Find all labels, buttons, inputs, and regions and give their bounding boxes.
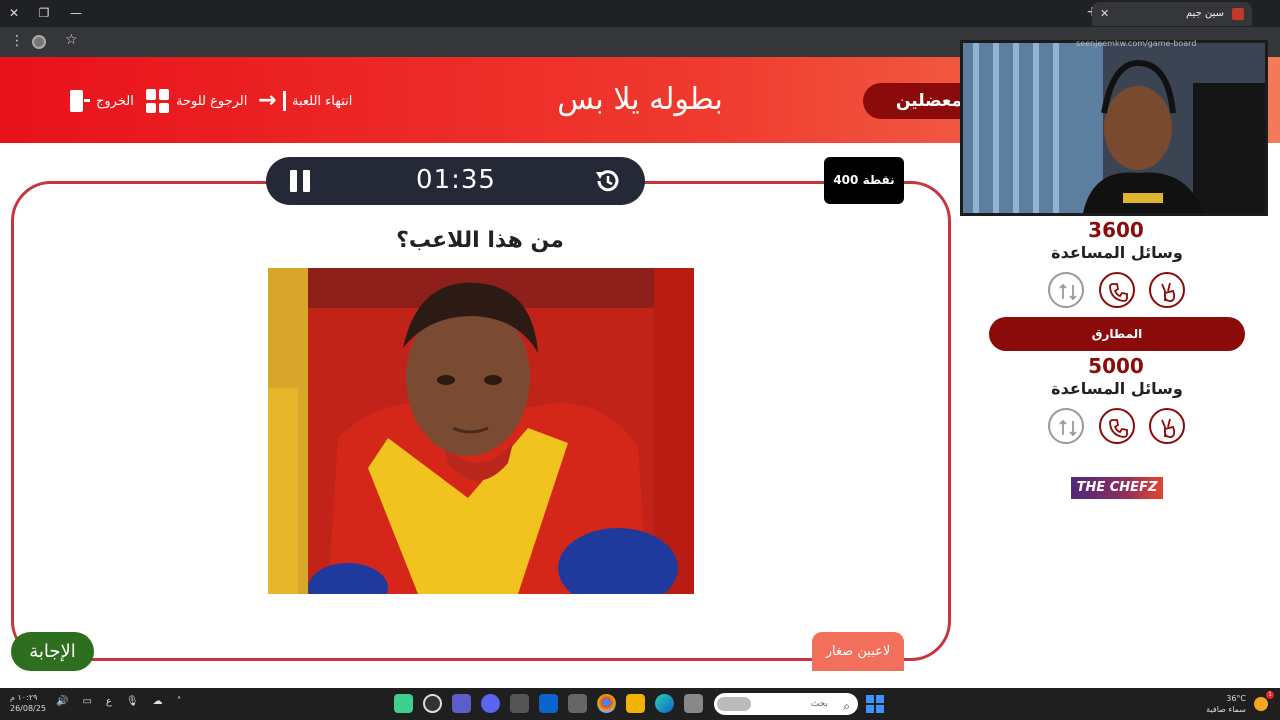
language-indicator[interactable]: ع (106, 696, 112, 707)
back-to-board-label: الرجوع للوحة (176, 93, 248, 109)
grid-icon (146, 89, 170, 113)
app-icon-7[interactable] (568, 694, 587, 713)
site-favicon-icon (1232, 8, 1244, 20)
game-title: بطوله يلا بس (557, 82, 723, 117)
search-doodle-icon (717, 697, 751, 711)
end-game-button[interactable]: → انتهاء اللعبة (258, 88, 352, 114)
system-tray: 🔊 ▭ ع 🎙 ☁ ˄ (56, 696, 182, 707)
weather-temp: 36°C (1226, 694, 1246, 703)
webcam-overlay (960, 40, 1268, 216)
timer-bar: 01:35 (266, 157, 645, 205)
team1-aids-label: وسائل المساعدة (1051, 243, 1183, 262)
teams-icon[interactable] (452, 694, 471, 713)
reset-timer-icon[interactable] (593, 168, 621, 194)
chevron-up-icon[interactable]: ˄ (177, 696, 182, 707)
close-window-icon[interactable]: ✕ (4, 4, 24, 22)
timer-display: 01:35 (416, 165, 496, 195)
chrome-icon[interactable] (597, 694, 616, 713)
category-tab: لاعبين صغار (812, 632, 904, 671)
file-explorer-icon[interactable] (626, 694, 645, 713)
team2-aids-label: وسائل المساعدة (1051, 379, 1183, 398)
search-placeholder: بحث (810, 699, 828, 709)
door-exit-icon (68, 89, 90, 113)
windows-taskbar: ١٠:٢٩ م 26/08/25 🔊 ▭ ع 🎙 ☁ ˄ بحث ⌕ 36°C … (0, 688, 1280, 720)
points-badge: 400 نقطة (824, 157, 904, 204)
team2-swap-aid-icon[interactable] (1048, 408, 1084, 444)
extension-icon[interactable] (32, 35, 46, 49)
url-text: seenjeemkw.com/game-board (1076, 39, 1197, 48)
team2-score: 5000 (1088, 354, 1144, 378)
browser-tab[interactable]: ✕ سين جيم (1092, 2, 1252, 26)
tab-title: سين جيم (1185, 8, 1224, 19)
taskbar-apps (394, 694, 703, 713)
back-to-board-button[interactable]: الرجوع للوحة (146, 88, 247, 114)
player-photo (268, 268, 694, 594)
end-game-label: انتهاء اللعبة (292, 93, 353, 109)
minimize-window-icon[interactable]: — (66, 4, 86, 22)
discord-icon[interactable] (481, 694, 500, 713)
exit-button[interactable]: الخروج (68, 88, 134, 114)
clock-time: ١٠:٢٩ م (10, 693, 38, 702)
close-tab-icon[interactable]: ✕ (1100, 2, 1109, 26)
sponsor-logo: THE CHEFZ (1071, 477, 1163, 499)
team1-name-pill: معضلين (863, 83, 973, 119)
exit-label: الخروج (96, 93, 134, 109)
bookmark-star-icon[interactable]: ☆ (65, 32, 78, 48)
microphone-icon[interactable]: 🎙 (126, 696, 139, 707)
weather-desc: سماء صافية (1206, 705, 1246, 714)
taskbar-clock[interactable]: ١٠:٢٩ م 26/08/25 (10, 692, 46, 714)
clock-date: 26/08/25 (10, 704, 46, 713)
browser-tab-bar: ✕ ❐ — + ✕ سين جيم (0, 0, 1280, 27)
search-icon: ⌕ (843, 699, 850, 713)
app-icon-11[interactable] (684, 694, 703, 713)
weather-moon-icon (1254, 697, 1268, 711)
outlook-icon[interactable] (539, 694, 558, 713)
app-icon-2[interactable] (423, 694, 442, 713)
team1-peace-aid-icon[interactable] (1149, 272, 1185, 308)
team1-swap-aid-icon[interactable] (1048, 272, 1084, 308)
team2-peace-aid-icon[interactable] (1149, 408, 1185, 444)
team1-score: 3600 (1088, 218, 1144, 242)
cloud-icon[interactable]: ☁ (153, 696, 163, 707)
answer-button[interactable]: الإجابة (11, 632, 94, 671)
team1-phone-aid-icon[interactable] (1099, 272, 1135, 308)
start-windows-icon[interactable] (866, 695, 884, 713)
edge-icon[interactable] (655, 694, 674, 713)
pause-icon[interactable] (290, 170, 310, 192)
app-icon-1[interactable] (394, 694, 413, 713)
restore-window-icon[interactable]: ❐ (34, 4, 54, 22)
taskbar-search[interactable]: بحث ⌕ (714, 693, 858, 715)
arrow-to-bar-icon: → (258, 89, 286, 113)
team2-name-pill: المطارق (989, 317, 1245, 351)
display-icon[interactable]: ▭ (82, 696, 91, 707)
notification-badge: 1 (1266, 691, 1274, 699)
volume-icon[interactable]: 🔊 (56, 696, 68, 707)
menu-dots-icon[interactable]: ⋮ (10, 33, 24, 49)
team2-phone-aid-icon[interactable] (1099, 408, 1135, 444)
app-icon-5[interactable] (510, 694, 529, 713)
weather-widget[interactable]: 36°C سماء صافية (1206, 693, 1246, 715)
question-text: من هذا اللاعب؟ (396, 228, 564, 253)
